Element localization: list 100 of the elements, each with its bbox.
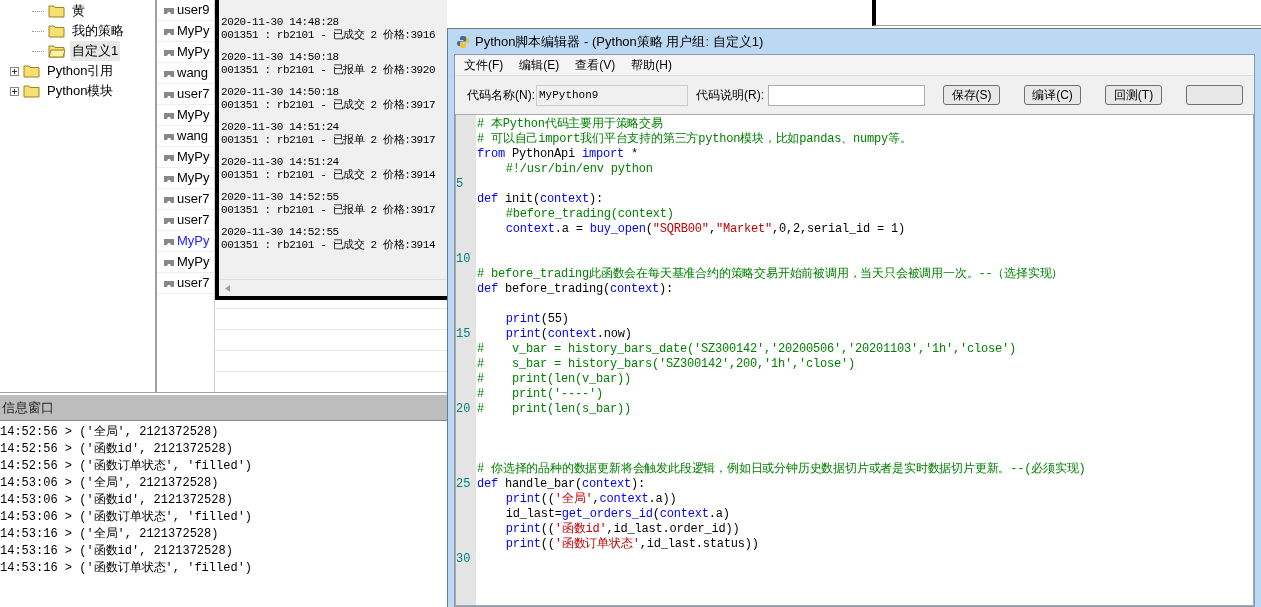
code-line: def handle_bar(context):	[477, 477, 646, 492]
left-arrow-icon[interactable]	[225, 284, 230, 292]
field-label: 代码说明(R):	[696, 87, 764, 104]
log-message: 001351 : rb2101 - 已成交 2 价格:3917	[221, 99, 437, 112]
code-line: # 可以自己import我们平台支持的第三方python模块，比如pandas、numpy等。	[477, 132, 912, 147]
strategy-item[interactable]: MyPy	[157, 42, 214, 63]
log-timestamp: 2020-11-30 14:50:18	[221, 51, 340, 64]
strategy-item[interactable]: MyPy	[157, 105, 214, 126]
menu-item[interactable]: 编辑(E)	[512, 56, 567, 74]
code-line: #before_trading(context)	[505, 207, 674, 222]
log-message: 001351 : rb2101 - 已报单 2 价格:3917	[221, 204, 437, 217]
code-line: context.a = buy_open("SQRB00","Market",0,2,serial_id = 1)	[505, 222, 905, 237]
toolbar-button[interactable]: 保存(S)	[943, 85, 1000, 105]
folder-icon	[23, 84, 41, 98]
log-timestamp: 2020-11-30 14:51:24	[221, 121, 340, 134]
toolbar-button[interactable]	[1186, 85, 1243, 105]
log-timestamp: 2020-11-30 14:52:55	[221, 191, 340, 204]
python-logo-icon	[456, 34, 470, 49]
strategy-item[interactable]: user7	[157, 210, 214, 231]
menu-item[interactable]: 帮助(H)	[624, 56, 679, 74]
window-title: Python脚本编辑器 - (Python策略 用户组: 自定义1)	[475, 32, 764, 51]
log-timestamp: 2020-11-30 14:51:24	[221, 156, 340, 169]
tree-item[interactable]: Python模块	[45, 81, 116, 101]
log-timestamp: 2020-11-30 14:48:28	[221, 16, 340, 29]
code-line: id_last=get_orders_id(context.a)	[505, 507, 730, 522]
log-line: 14:52:56 > ('函数id', 2121372528)	[0, 441, 233, 457]
code-name-field[interactable]: MyPython9	[536, 84, 688, 106]
code-line: def before_trading(context):	[477, 282, 674, 297]
tree-item[interactable]: 自定义1	[70, 41, 121, 61]
gamepad-icon	[163, 47, 175, 57]
folder-icon	[48, 24, 66, 38]
code-editor[interactable]	[455, 114, 1254, 606]
log-message: 001351 : rb2101 - 已成交 2 价格:3914	[221, 239, 437, 252]
code-line: print(('函数id',id_last.order_id))	[505, 522, 740, 537]
strategy-item[interactable]: wang	[157, 63, 214, 84]
strategy-item[interactable]: user7	[157, 189, 214, 210]
code-line: from PythonApi import *	[477, 147, 639, 162]
tree-item[interactable]: Python引用	[45, 61, 116, 81]
code-line: #!/usr/bin/env python	[505, 162, 653, 177]
gamepad-icon	[163, 68, 175, 78]
gamepad-icon	[163, 89, 175, 99]
gamepad-icon	[163, 110, 175, 120]
folder-icon	[48, 4, 66, 18]
expand-toggle[interactable]	[10, 86, 19, 96]
log-line: 14:53:16 > ('函数订单状态', 'filled')	[0, 560, 253, 576]
code-line: print(('函数订单状态',id_last.status))	[505, 537, 759, 552]
line-number: 10	[456, 252, 471, 266]
line-number: 20	[456, 402, 471, 416]
log-line: 14:53:06 > ('函数订单状态', 'filled')	[0, 509, 253, 525]
gamepad-icon	[163, 26, 175, 36]
code-line: def init(context):	[477, 192, 604, 207]
strategy-item[interactable]: MyPy	[157, 252, 214, 273]
line-number: 15	[456, 327, 471, 341]
menu-item[interactable]: 查看(V)	[568, 56, 623, 74]
log-line: 14:53:06 > ('函数id', 2121372528)	[0, 492, 233, 508]
code-line: # print(len(s_bar))	[477, 402, 632, 417]
strategy-item[interactable]: wang	[157, 126, 214, 147]
gamepad-icon	[163, 257, 175, 267]
line-number: 5	[456, 177, 464, 191]
menu-item[interactable]: 文件(F)	[457, 56, 511, 74]
code-line: # print('----')	[477, 387, 604, 402]
toolbar-button[interactable]: 回测(T)	[1105, 85, 1162, 105]
code-line: # before_trading此函数会在每天基准合约的策略交易开始前被调用，当天只会被调用一次。--（选择实现）	[477, 267, 1064, 282]
strategy-item[interactable]: user7	[157, 84, 214, 105]
gamepad-icon	[163, 173, 175, 183]
log-message: 001351 : rb2101 - 已报单 2 价格:3920	[221, 64, 437, 77]
log-line: 14:52:56 > ('全局', 2121372528)	[0, 424, 219, 440]
log-message: 001351 : rb2101 - 已成交 2 价格:3914	[221, 169, 437, 182]
panel-title: 信息窗口	[2, 398, 54, 417]
code-line: print(('全局',context.a))	[505, 492, 677, 507]
code-line: print(context.now)	[505, 327, 632, 342]
log-timestamp: 2020-11-30 14:50:18	[221, 86, 340, 99]
folder-icon	[23, 64, 41, 78]
line-number: 25	[456, 477, 471, 491]
gamepad-icon	[163, 236, 175, 246]
strategy-item[interactable]: MyPy	[157, 168, 214, 189]
code-line: # s_bar = history_bars('SZ300142',200,'1h','close')	[477, 357, 856, 372]
expand-toggle[interactable]	[10, 66, 19, 76]
line-number: 30	[456, 552, 471, 566]
log-timestamp: 2020-11-30 14:52:55	[221, 226, 340, 239]
log-line: 14:53:06 > ('全局', 2121372528)	[0, 475, 219, 491]
code-line: # 本Python代码主要用于策略交易	[477, 117, 663, 132]
strategy-item[interactable]: MyPy	[157, 21, 214, 42]
tree-item[interactable]: 我的策略	[70, 21, 126, 41]
log-message: 001351 : rb2101 - 已报单 2 价格:3917	[221, 134, 437, 147]
gamepad-icon	[163, 215, 175, 225]
log-line: 14:53:16 > ('全局', 2121372528)	[0, 526, 219, 542]
strategy-item[interactable]: MyPy	[157, 147, 214, 168]
field-label: 代码名称(N):	[467, 87, 535, 104]
gamepad-icon	[163, 194, 175, 204]
toolbar-button[interactable]: 编译(C)	[1024, 85, 1081, 105]
open-folder-icon	[48, 44, 66, 58]
code-line: # print(len(v_bar))	[477, 372, 632, 387]
gamepad-icon	[163, 152, 175, 162]
tree-item[interactable]: 黄	[70, 1, 87, 21]
strategy-item[interactable]: user7	[157, 273, 214, 294]
strategy-item[interactable]: user9	[157, 0, 214, 21]
strategy-item[interactable]: MyPy	[157, 231, 214, 252]
description-field[interactable]	[768, 84, 925, 106]
log-line: 14:52:56 > ('函数订单状态', 'filled')	[0, 458, 253, 474]
